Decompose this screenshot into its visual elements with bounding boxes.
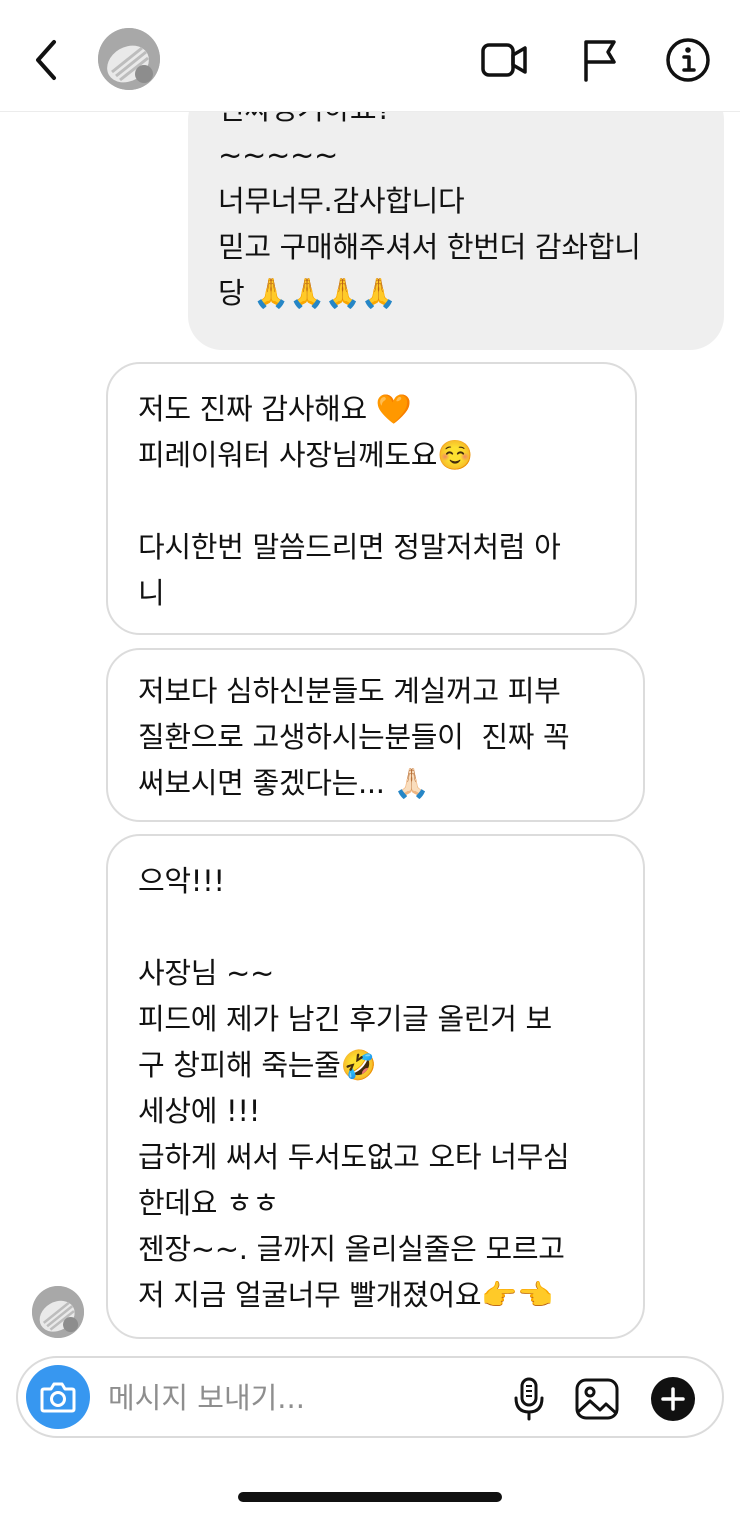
message-line: 세상에 !!! [138, 1094, 261, 1128]
message-line: 한데요 ㅎㅎ [138, 1186, 279, 1220]
message-line: 신싸싱기하쇼? [218, 112, 640, 132]
message-line [138, 478, 560, 524]
microphone-icon [514, 1377, 544, 1421]
message-line: 급하게 써서 두서도없고 오타 너무심 [138, 1140, 570, 1174]
info-button[interactable] [664, 36, 712, 84]
message-input[interactable] [108, 1376, 488, 1420]
message-text: 저도 진짜 감사해요 🧡 피레이워터 사장님께도요☺️ 다시한번 말씀드리면 정… [138, 386, 561, 616]
message-line: 저보다 심하신분들도 계실꺼고 피부 [138, 674, 561, 708]
message-line: 으악!!! [138, 864, 225, 898]
message-line: 피드에 제가 남긴 후기글 올린거 보 [138, 1002, 552, 1036]
message-composer [16, 1356, 724, 1438]
message-line: 써보시면 좋겠다는... 🙏🏻 [138, 766, 430, 800]
avatar-photo [32, 1286, 84, 1338]
incoming-message-bubble[interactable]: 으악!!! 사장님 ~~ 피드에 제가 남긴 후기글 올린거 보 구 창피해 죽… [106, 834, 645, 1339]
contact-avatar[interactable] [98, 28, 160, 90]
gallery-button[interactable] [572, 1374, 622, 1424]
more-options-button[interactable] [648, 1374, 698, 1424]
message-line: ~~~~~ [218, 138, 338, 172]
message-line: 믿고 구매해주셔서 한번더 감솨합니 [218, 230, 641, 264]
chevron-left-icon [36, 40, 56, 80]
message-line: 저도 진짜 감사해요 🧡 [138, 392, 412, 426]
image-gallery-icon [575, 1378, 619, 1420]
video-call-button[interactable] [480, 36, 528, 84]
camera-button[interactable] [26, 1365, 90, 1429]
avatar-photo [98, 28, 160, 90]
camera-icon [40, 1382, 76, 1413]
plus-circle-icon [651, 1377, 695, 1421]
message-text: 으악!!! 사장님 ~~ 피드에 제가 남긴 후기글 올린거 보 구 창피해 죽… [138, 858, 570, 1318]
message-thread[interactable]: 신싸싱기하쇼? ~~~~~ 너무너무.감사합니다 믿고 구매해주셔서 한번더 감… [0, 112, 740, 1352]
back-button[interactable] [28, 36, 64, 84]
message-text: 신싸싱기하쇼? ~~~~~ 너무너무.감사합니다 믿고 구매해주셔서 한번더 감… [218, 112, 641, 316]
video-camera-icon [481, 43, 527, 77]
message-line: 저 지금 얼굴너무 빨개졌어요👉👈 [138, 1278, 553, 1312]
home-indicator[interactable] [238, 1492, 502, 1502]
message-line: 젠장~~. 글까지 올리실줄은 모르고 [138, 1232, 565, 1266]
incoming-message-bubble[interactable]: 저보다 심하신분들도 계실꺼고 피부 질환으로 고생하시는분들이 진짜 꼭 써보… [106, 648, 645, 822]
message-line: 너무너무.감사합니다 [218, 184, 465, 218]
message-line: 질환으로 고생하시는분들이 진짜 꼭 [138, 720, 570, 754]
info-icon [666, 38, 710, 82]
message-line: 당 🙏🙏🙏🙏 [218, 276, 397, 310]
voice-message-button[interactable] [504, 1374, 554, 1424]
flag-icon [584, 40, 616, 82]
message-line: 니 [138, 576, 165, 610]
chat-header [0, 0, 740, 112]
message-line: 구 창피해 죽는줄🤣 [138, 1048, 377, 1082]
message-line [138, 904, 569, 950]
outgoing-message-bubble[interactable]: 신싸싱기하쇼? ~~~~~ 너무너무.감사합니다 믿고 구매해주셔서 한번더 감… [188, 112, 724, 350]
report-button[interactable] [576, 36, 624, 84]
message-line: 사장님 ~~ [138, 956, 275, 990]
message-text: 저보다 심하신분들도 계실꺼고 피부 질환으로 고생하시는분들이 진짜 꼭 써보… [138, 668, 570, 806]
message-line: 피레이워터 사장님께도요☺️ [138, 438, 473, 472]
incoming-message-bubble[interactable]: 저도 진짜 감사해요 🧡 피레이워터 사장님께도요☺️ 다시한번 말씀드리면 정… [106, 362, 637, 635]
message-line: 다시한번 말씀드리면 정말저처럼 아 [138, 530, 561, 564]
sender-avatar[interactable] [32, 1286, 84, 1338]
